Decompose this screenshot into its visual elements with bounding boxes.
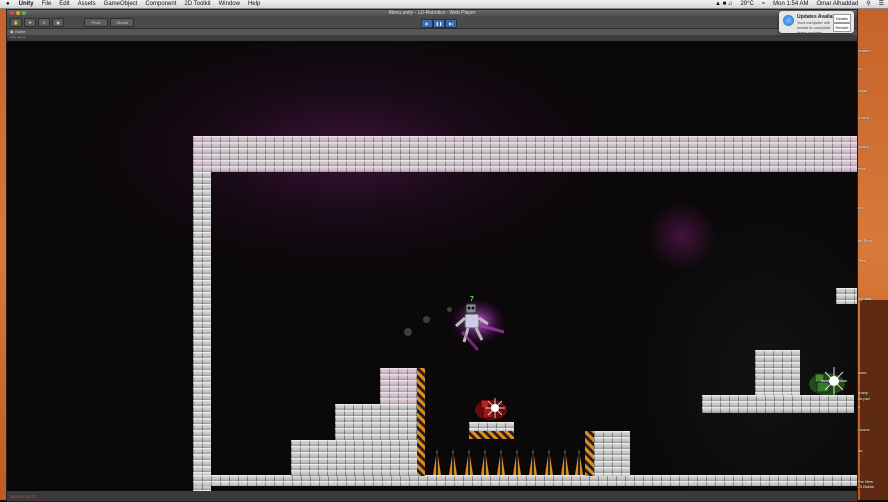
menu-app-unity[interactable]: Unity (15, 0, 38, 8)
menu-bar: ● Unity File Edit Assets GameObject Comp… (0, 0, 888, 9)
right-block-tiles (594, 431, 630, 476)
minimize-window-icon[interactable] (16, 11, 20, 15)
spike-hazard (529, 449, 537, 475)
menu-edit[interactable]: Edit (55, 0, 73, 8)
right-tower-tiles (755, 350, 800, 395)
aspect-dropdown[interactable]: Free Aspect (10, 35, 26, 39)
details-button[interactable]: Details (833, 14, 851, 23)
desktop-file-label[interactable]: Files (857, 258, 865, 263)
desktop-file-label[interactable]: mage (857, 88, 867, 93)
menubar-clock[interactable]: Mon 1:54 AM (769, 0, 812, 8)
spike-hazard (465, 449, 473, 475)
zoom-window-icon[interactable] (22, 11, 26, 15)
spotlight-search-icon[interactable]: ⚲ (862, 0, 874, 8)
desktop-file-label[interactable]: us/ans (857, 144, 869, 149)
desktop-file-label[interactable]: ntm (857, 205, 864, 210)
unity-window: Menu.unity - LD-Robotics - Web Player ✋ … (6, 9, 858, 502)
robot-counter: 7 (470, 296, 474, 303)
desktop-file-label[interactable]: C3 Bkkhk (857, 484, 874, 489)
pause-button[interactable]: ❚❚ (433, 19, 445, 28)
play-button[interactable]: ▶ (421, 19, 433, 28)
updates-notification[interactable]: Updates Available Your computer will res… (779, 11, 854, 35)
scale-tool-button[interactable]: ▣ (52, 18, 64, 27)
game-tab-label: Game (14, 29, 26, 34)
menu-file[interactable]: File (38, 0, 56, 8)
floating-platform-hazard (469, 431, 514, 439)
menu-window[interactable]: Window (215, 0, 244, 8)
menubar-user[interactable]: Omar Alhaddad (813, 0, 863, 8)
desktop-file-label[interactable]: s icons (857, 427, 869, 432)
move-tool-button[interactable]: ✥ (24, 18, 36, 27)
restart-button[interactable]: Restart (833, 23, 851, 32)
step-button[interactable]: ▶| (445, 19, 457, 28)
hazard-pillar-left (417, 368, 425, 476)
menubar-status-icons[interactable]: ▲ ■ ♫ (711, 0, 736, 8)
pivot-toggle-button[interactable]: Pivot (84, 18, 108, 27)
edge-block-tiles (836, 288, 857, 304)
green-robot-enemy (807, 364, 851, 396)
desktop-file-label[interactable]: ols.psd (857, 396, 870, 401)
right-ledge-tiles (702, 395, 854, 413)
bubble-particle (404, 328, 412, 336)
floating-platform (469, 422, 514, 431)
rotate-tool-button[interactable]: ↻ (38, 18, 50, 27)
close-window-icon[interactable] (10, 11, 14, 15)
desktop-file-label[interactable]: ing/data (857, 296, 871, 301)
background-glow (647, 201, 717, 271)
stair-step-high (380, 368, 417, 404)
player-robot: 7 (450, 296, 508, 358)
floor-tiles (193, 475, 857, 486)
left-wall-tiles (193, 172, 211, 491)
apple-menu-icon[interactable]: ● (0, 0, 15, 8)
spike-hazard (575, 449, 583, 475)
desktop-file-label[interactable]: rename (857, 48, 871, 53)
hazard-pillar-right (585, 431, 594, 476)
window-titlebar: Menu.unity - LD-Robotics - Web Player (7, 10, 857, 17)
notification-center-icon[interactable]: ☰ (875, 0, 888, 8)
menu-help[interactable]: Help (244, 0, 264, 8)
spike-hazard (561, 449, 569, 475)
notification-message: Your computer will restart to complete t… (797, 20, 831, 35)
game-view-bar: Free Aspect (7, 35, 857, 40)
spike-hazard (497, 449, 505, 475)
spike-hazard (449, 449, 457, 475)
menubar-wifi-icon[interactable]: ≈ (758, 0, 769, 8)
hand-tool-button[interactable]: ✋ (10, 18, 22, 27)
window-title: Menu.unity - LD-Robotics - Web Player (388, 10, 476, 16)
unity-toolbar: ✋ ✥ ↻ ▣ Pivot Global ▶ ❚❚ ▶| (7, 17, 857, 29)
stair-step-mid (335, 404, 417, 440)
bubble-particle (423, 316, 430, 323)
menu-assets[interactable]: Assets (74, 0, 100, 8)
menubar-temperature[interactable]: 29°C (736, 0, 757, 8)
red-robot-enemy (473, 394, 513, 422)
game-viewport[interactable]: 7 (7, 41, 857, 491)
spike-hazard (433, 449, 441, 475)
menu-gameobject[interactable]: GameObject (100, 0, 142, 8)
ceiling-tiles (193, 136, 857, 172)
global-toggle-button[interactable]: Global (110, 18, 134, 27)
spike-hazard (481, 449, 489, 475)
desktop-file-label[interactable]: itor Shot (857, 238, 872, 243)
stair-step-low (291, 440, 417, 476)
menu-component[interactable]: Component (141, 0, 180, 8)
desktop-file-label[interactable]: emts (857, 166, 866, 171)
desktop-file-label[interactable]: ni.html (857, 115, 869, 120)
desktop-file-label[interactable]: npany (857, 390, 868, 395)
playback-controls: ▶ ❚❚ ▶| (421, 19, 457, 28)
spike-hazard (545, 449, 553, 475)
game-tab-icon: ◉ (10, 29, 14, 34)
spike-hazard (513, 449, 521, 475)
menu-2d-toolkit[interactable]: 2D Toolkit (180, 0, 214, 8)
desktop-file-label[interactable]: icons (857, 370, 866, 375)
software-update-icon (783, 15, 794, 26)
status-text: NO EFFECTS (11, 494, 37, 499)
